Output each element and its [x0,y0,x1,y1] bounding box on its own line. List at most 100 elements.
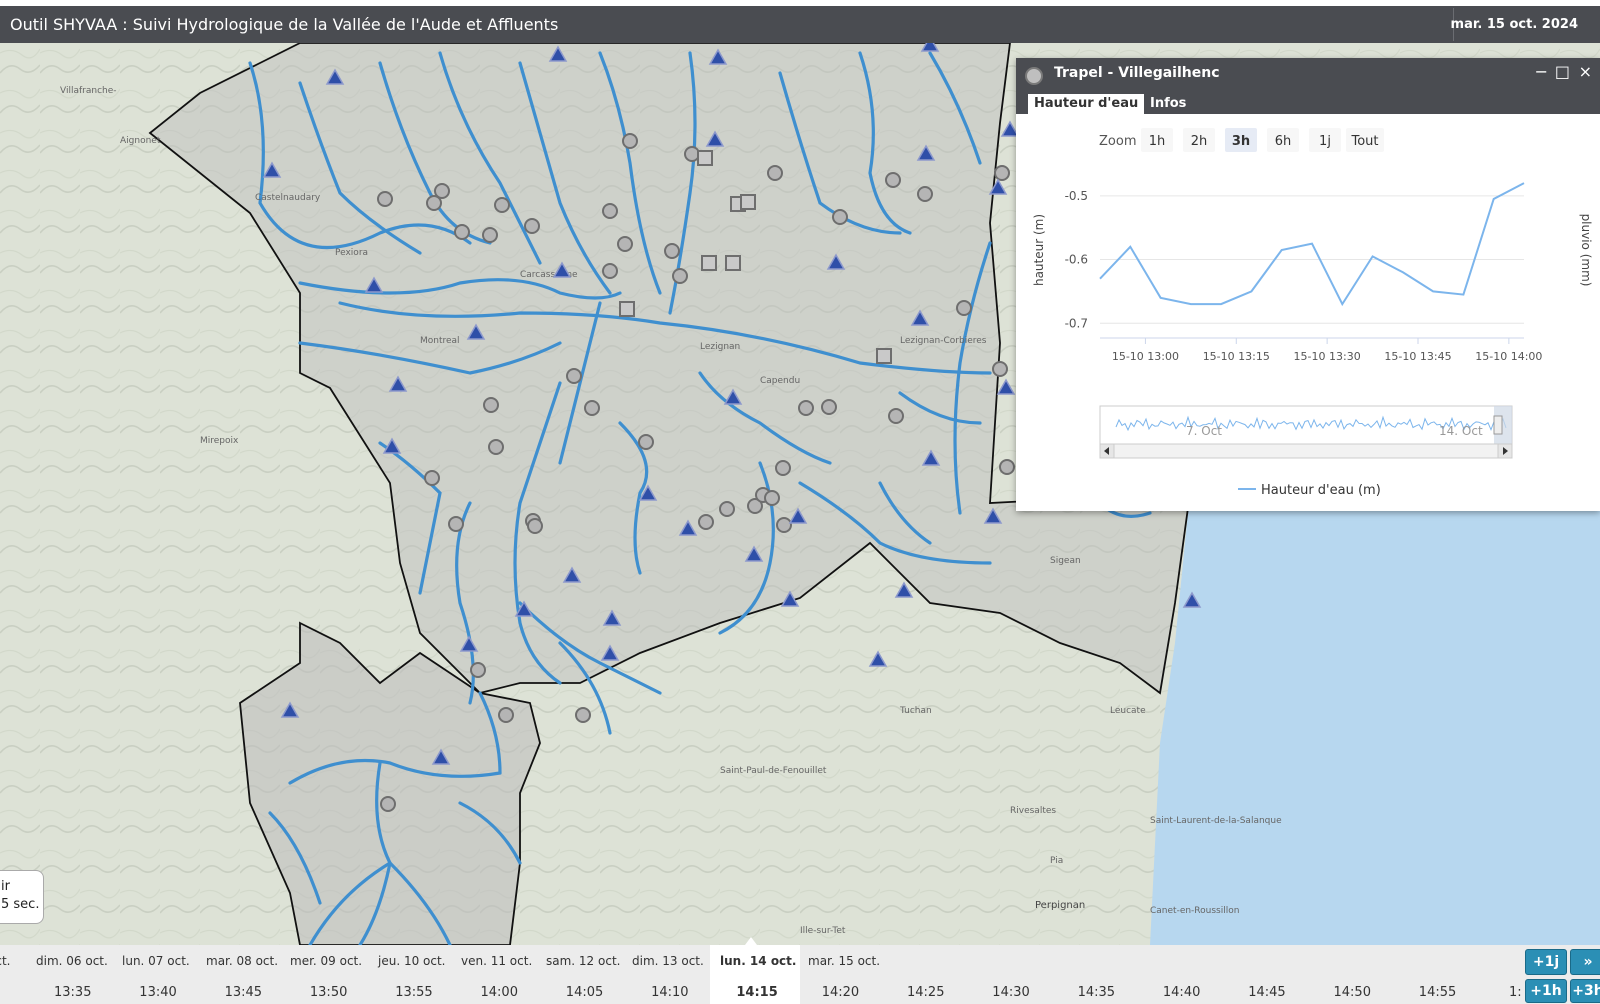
timeline-time[interactable]: 14:45 [1248,985,1285,1000]
minimize-icon[interactable]: − [1535,62,1548,81]
zoom-button-2h[interactable]: 2h [1191,134,1208,149]
timeline-day[interactable]: jeu. 10 oct. [378,954,446,968]
water-level-chart[interactable]: Zoom 1h 2h 3h 6h 1j Tout -0.5 -0.6 -0.7 15-10 1… [1016,114,1600,511]
station-marker-circle[interactable] [888,408,904,424]
timeline-time[interactable]: 13:50 [310,985,347,1000]
zoom-button-3h[interactable]: 3h [1232,134,1250,149]
zoom-button-6h[interactable]: 6h [1275,134,1292,149]
navigator-handle[interactable] [1493,415,1503,435]
fast-forward-button[interactable]: » [1570,949,1600,975]
timeline-time[interactable]: 13:45 [225,985,262,1000]
navigator[interactable]: 7. Oct 14. Oct [1099,405,1513,459]
station-marker-circle[interactable] [483,397,499,413]
timeline-day[interactable]: lun. 07 oct. [122,954,190,968]
tab-infos[interactable]: Infos [1144,94,1192,114]
station-marker-circle[interactable] [434,183,450,199]
station-marker-circle[interactable] [776,517,792,533]
station-marker-circle[interactable] [524,218,540,234]
station-marker-circle[interactable] [698,514,714,530]
legend-item-hauteur[interactable]: Hauteur d'eau (m) [1261,483,1381,498]
station-marker-circle[interactable] [454,224,470,240]
timeline-day[interactable]: mar. 08 oct. [206,954,278,968]
station-marker-square[interactable] [876,348,892,364]
station-marker-circle[interactable] [638,434,654,450]
station-marker-circle[interactable] [775,460,791,476]
station-marker-circle[interactable] [380,796,396,812]
station-marker-circle[interactable] [764,490,780,506]
timeline-day[interactable]: dim. 06 oct. [36,954,108,968]
station-marker-circle[interactable] [527,518,543,534]
timeline-day[interactable]: oct. [0,954,10,968]
station-marker-square[interactable] [619,301,635,317]
timeline-time[interactable]: 13:40 [139,985,176,1000]
current-date[interactable]: mar. 15 oct. 2024 [1451,17,1578,32]
zoom-buttons[interactable]: 1h 2h 3h 6h 1j Tout [1141,128,1384,152]
station-popup[interactable]: Trapel - Villegailhenc − □ × Hauteur d'e… [1016,58,1600,511]
station-marker-circle[interactable] [622,133,638,149]
station-marker-circle[interactable] [956,300,972,316]
station-marker-circle[interactable] [917,186,933,202]
timeline-day[interactable]: lun. 14 oct. [720,954,796,968]
station-marker-circle[interactable] [488,439,504,455]
station-marker-circle[interactable] [377,191,393,207]
station-marker-circle[interactable] [617,236,633,252]
zoom-button-1h[interactable]: 1h [1149,134,1166,149]
timeline-time[interactable]: 14:15 [736,985,777,1000]
station-marker-circle[interactable] [885,172,901,188]
timeline-day[interactable]: mer. 09 oct. [290,954,362,968]
station-marker-circle[interactable] [566,368,582,384]
timeline-time[interactable]: 14:30 [992,985,1029,1000]
station-marker-circle[interactable] [992,361,1008,377]
plus-1-hour-button[interactable]: +1h [1525,979,1567,1003]
zoom-button-tout[interactable]: Tout [1350,134,1378,149]
maximize-icon[interactable]: □ [1555,62,1570,81]
station-marker-square[interactable] [725,255,741,271]
station-marker-circle[interactable] [994,165,1010,181]
station-marker-circle[interactable] [672,268,688,284]
station-marker-circle[interactable] [424,470,440,486]
tab-hauteur-eau[interactable]: Hauteur d'eau [1028,94,1145,114]
station-marker-circle[interactable] [832,209,848,225]
timeline-time[interactable]: 14:00 [481,985,518,1000]
timeline-time[interactable]: 14:05 [566,985,603,1000]
station-marker-circle[interactable] [482,227,498,243]
timeline-time[interactable]: 1: [1509,985,1522,1000]
timeline-time[interactable]: 14:50 [1334,985,1371,1000]
timeline-time[interactable]: 14:20 [822,985,859,1000]
navigator-scrollbar[interactable] [1099,443,1513,459]
station-marker-circle[interactable] [584,400,600,416]
auto-refresh-box[interactable]: ir 5 sec. [0,870,44,924]
zoom-button-1j[interactable]: 1j [1319,134,1331,149]
station-marker-circle[interactable] [798,400,814,416]
station-marker-circle[interactable] [448,516,464,532]
station-marker-square[interactable] [697,150,713,166]
station-marker-circle[interactable] [602,203,618,219]
timeline-time[interactable]: 14:10 [651,985,688,1000]
station-marker-circle[interactable] [575,707,591,723]
station-marker-circle[interactable] [498,707,514,723]
plus-3-hours-button[interactable]: +3h [1570,979,1600,1003]
station-marker-circle[interactable] [494,197,510,213]
station-marker-circle[interactable] [719,501,735,517]
station-marker-circle[interactable] [684,146,700,162]
timeline-day[interactable]: mar. 15 oct. [808,954,880,968]
timeline-time[interactable]: 14:25 [907,985,944,1000]
station-marker-circle[interactable] [999,459,1015,475]
timeline-day[interactable]: ven. 11 oct. [461,954,532,968]
timeline-time[interactable]: 13:55 [395,985,432,1000]
station-marker-circle[interactable] [821,399,837,415]
timeline-time[interactable]: 14:35 [1078,985,1115,1000]
timeline-day[interactable]: sam. 12 oct. [546,954,620,968]
plus-1-day-button[interactable]: +1j [1525,949,1567,975]
timeline-time[interactable]: 14:55 [1419,985,1456,1000]
station-marker-square[interactable] [740,194,756,210]
popup-header[interactable]: Trapel - Villegailhenc − □ × Hauteur d'e… [1016,58,1600,114]
chart-legend[interactable]: Hauteur d'eau (m) [1238,483,1381,498]
station-marker-circle[interactable] [602,263,618,279]
series-line-hauteur[interactable] [1099,182,1525,307]
timeline-time[interactable]: 13:35 [54,985,91,1000]
station-marker-circle[interactable] [470,662,486,678]
close-icon[interactable]: × [1579,62,1592,81]
timeline-day[interactable]: dim. 13 oct. [632,954,704,968]
station-marker-circle[interactable] [664,243,680,259]
